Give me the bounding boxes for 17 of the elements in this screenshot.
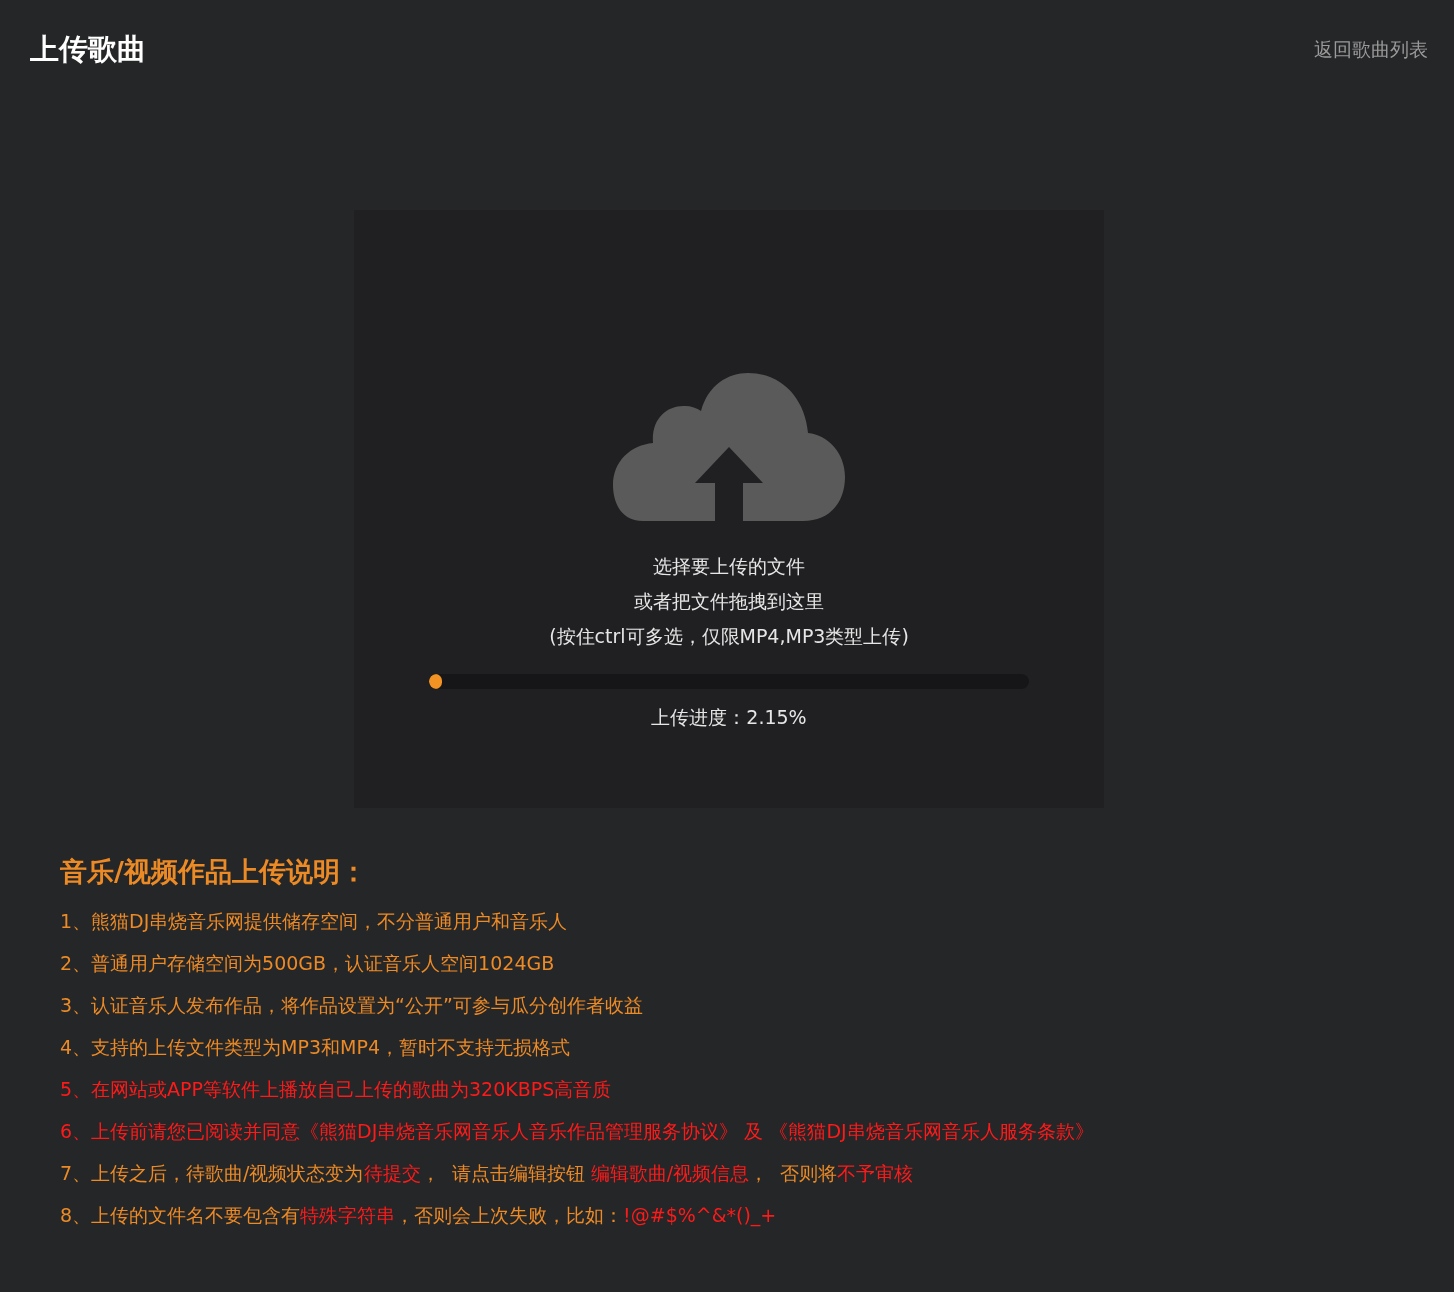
note-text: 8、上传的文件名不要包含有特殊字符串，否则会上次失败，比如：!@#$%^&*()_+ xyxy=(60,1203,778,1229)
upload-instruction-text: 选择要上传的文件 xyxy=(653,554,805,579)
upload-instruction-text: 或者把文件拖拽到这里 xyxy=(634,589,824,614)
cloud-upload-icon xyxy=(613,373,845,521)
upload-drop-zone[interactable]: 选择要上传的文件 或者把文件拖拽到这里 (按住ctrl可多选，仅限MP4,MP3类型上传) 上传进度：2.15% xyxy=(354,210,1104,808)
notes-heading: 音乐/视频作品上传说明： xyxy=(60,855,368,889)
note-text: 4、支持的上传文件类型为MP3和MP4，暂时不支持无损格式 xyxy=(60,1035,571,1060)
back-to-list-link[interactable]: 返回歌曲列表 xyxy=(1314,37,1428,63)
note-text: 2、普通用户存储空间为500GB，认证音乐人空间1024GB xyxy=(60,951,556,976)
note-text: 6、上传前请您已阅读并同意《熊猫DJ串烧音乐网音乐人音乐作品管理服务协议》 及 《熊猫DJ串烧音乐网音乐人服务条款》 xyxy=(60,1119,1095,1144)
page-title: 上传歌曲 xyxy=(30,31,146,68)
note-text: 1、熊猫DJ串烧音乐网提供储存空间，不分普通用户和音乐人 xyxy=(60,909,569,934)
note-text: 7、上传之后，待歌曲/视频状态变为待提交， 请点击编辑按钮 编辑歌曲/视频信息， 否则将不予审核 xyxy=(60,1161,915,1186)
note-text: 3、认证音乐人发布作品，将作品设置为“公开”可参与瓜分创作者收益 xyxy=(60,993,644,1018)
progress-reading: 上传进度：2.15% xyxy=(651,705,807,730)
upload-instruction-text: (按住ctrl可多选，仅限MP4,MP3类型上传) xyxy=(549,624,909,649)
note-text: 5、在网站或APP等软件上播放自己上传的歌曲为320KBPS高音质 xyxy=(60,1077,613,1102)
